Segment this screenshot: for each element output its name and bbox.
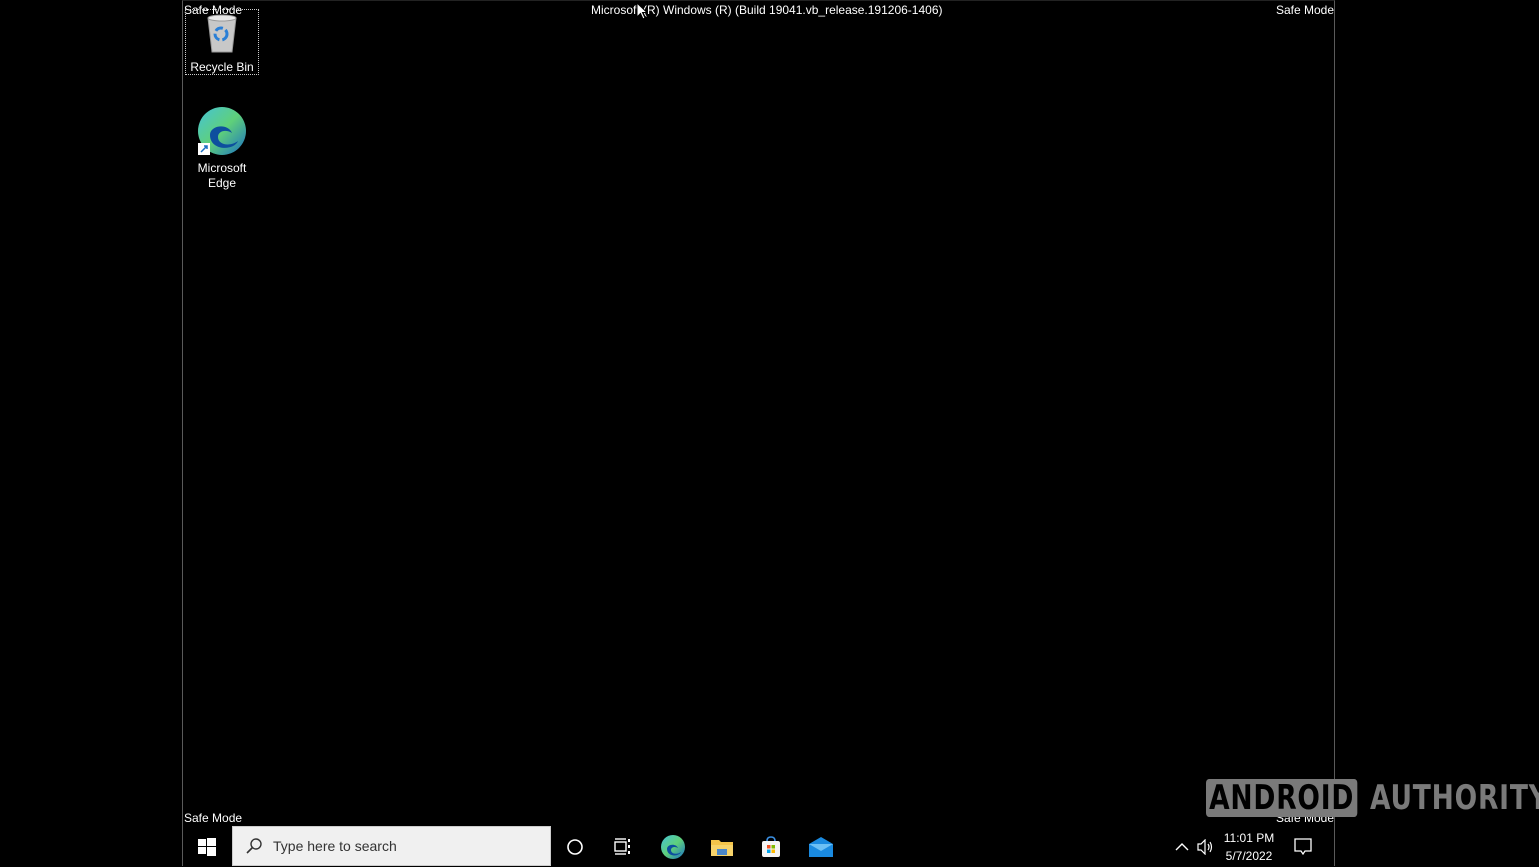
desktop-icon-recycle-bin[interactable]: Recycle Bin	[185, 9, 259, 75]
mail-button[interactable]	[797, 826, 845, 867]
taskbar-edge-button[interactable]	[649, 826, 697, 867]
store-button[interactable]	[747, 826, 795, 867]
edge-icon	[661, 834, 685, 859]
action-center-button[interactable]	[1279, 826, 1327, 867]
volume-button[interactable]	[1195, 826, 1217, 867]
task-view-button[interactable]	[599, 826, 647, 867]
mail-envelope-icon	[809, 836, 833, 857]
show-hidden-icons-button[interactable]	[1171, 826, 1193, 867]
desktop-icon-label: Recycle Bin	[190, 60, 254, 74]
watermark-part2: AUTHORITY	[1369, 778, 1539, 818]
desktop-icon-microsoft-edge[interactable]: Microsoft Edge	[185, 105, 259, 191]
mouse-cursor-icon	[636, 2, 648, 20]
task-view-icon	[614, 837, 630, 855]
notification-icon	[1294, 837, 1312, 855]
search-icon	[246, 838, 262, 854]
cortana-button[interactable]	[551, 826, 599, 867]
safe-mode-label-top-right: Safe Mode	[1275, 3, 1334, 17]
edge-icon	[198, 107, 246, 155]
volume-icon	[1197, 838, 1213, 855]
safe-mode-label-bottom-left: Safe Mode	[184, 811, 243, 825]
folder-icon	[711, 839, 733, 856]
taskbar: Type here to search 11:01 PM 5/7/2022	[183, 826, 1334, 867]
android-authority-watermark: ANDROID AUTHORITY	[1206, 778, 1539, 818]
search-box[interactable]: Type here to search	[232, 826, 551, 866]
clock-time: 11:01 PM	[1223, 831, 1275, 845]
search-placeholder: Type here to search	[273, 838, 397, 854]
file-explorer-button[interactable]	[698, 826, 746, 867]
recycle-bin-icon	[207, 14, 237, 53]
desktop-screen: Safe Mode Microsoft (R) Windows (R) (Bui…	[182, 0, 1335, 867]
clock-date: 5/7/2022	[1225, 849, 1273, 863]
start-button[interactable]	[183, 826, 231, 867]
clock[interactable]: 11:01 PM 5/7/2022	[1219, 829, 1279, 865]
windows-logo-icon	[198, 837, 216, 856]
desktop-icon-label: Microsoft Edge	[197, 161, 247, 190]
chevron-up-icon	[1175, 842, 1189, 850]
store-bag-icon	[762, 835, 780, 857]
cortana-circle-icon	[567, 838, 583, 855]
watermark-part1: ANDROID	[1206, 779, 1358, 817]
